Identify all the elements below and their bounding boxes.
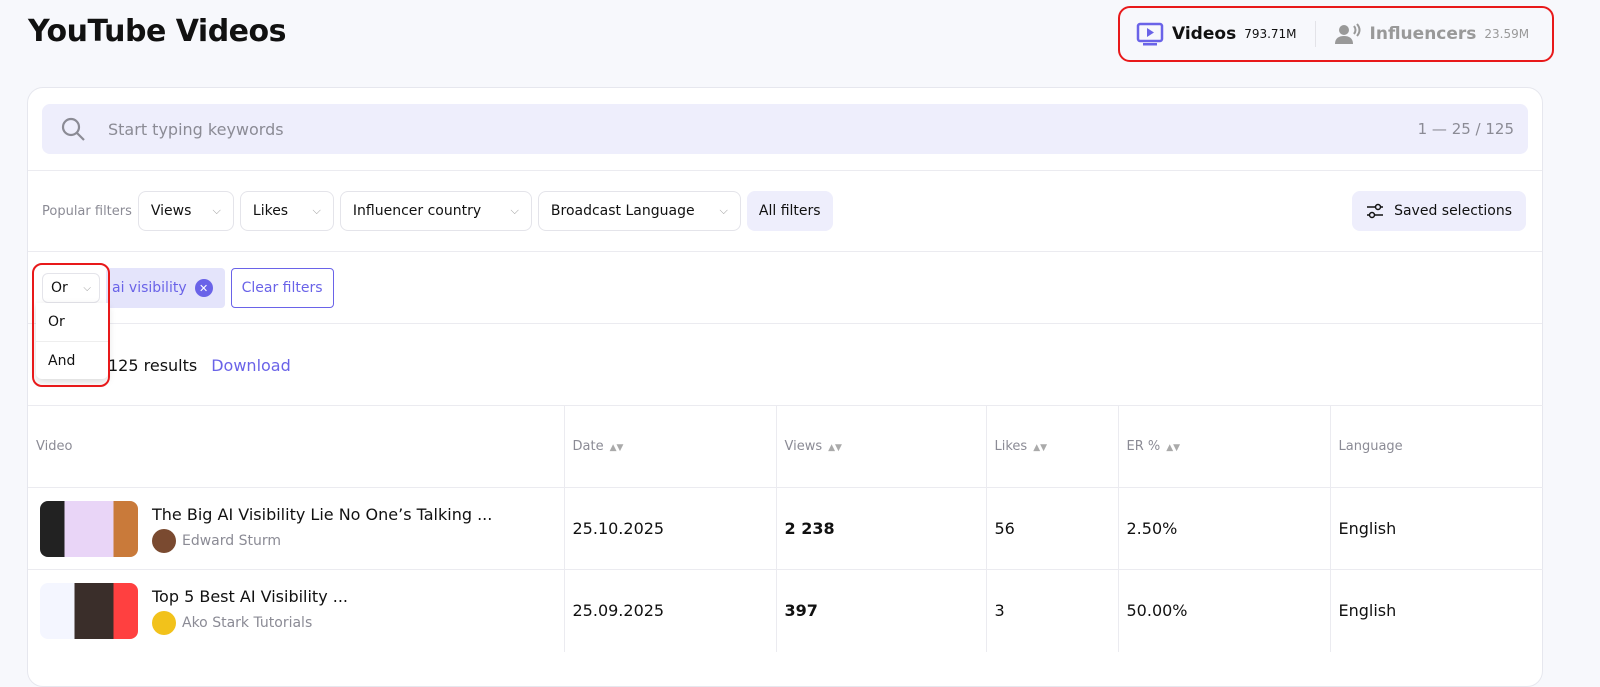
page-title: YouTube Videos bbox=[28, 14, 287, 49]
influencer-speaking-icon bbox=[1334, 23, 1361, 44]
channel-name[interactable]: Edward Sturm bbox=[182, 533, 281, 549]
sort-icon: ▲▼ bbox=[609, 443, 624, 453]
divider bbox=[28, 323, 1542, 324]
column-likes[interactable]: Likes ▲▼ bbox=[986, 405, 1119, 488]
sliders-icon bbox=[1367, 203, 1384, 219]
avatar bbox=[152, 528, 176, 553]
sort-icon: ▲▼ bbox=[1033, 443, 1048, 453]
avatar bbox=[152, 610, 176, 635]
sort-icon: ▲▼ bbox=[1166, 443, 1181, 453]
channel-name[interactable]: Ako Stark Tutorials bbox=[182, 615, 312, 631]
results-summary: 125 results Download bbox=[108, 356, 291, 375]
pagination: 1 — 25 / 125 bbox=[1417, 120, 1514, 138]
entity-switcher: Videos 793.71M Influencers 23.59M bbox=[1118, 6, 1554, 62]
saved-selections-button[interactable]: Saved selections bbox=[1352, 191, 1526, 231]
videos-tab[interactable]: Videos 793.71M bbox=[1136, 22, 1297, 46]
video-thumbnail[interactable] bbox=[40, 582, 138, 639]
download-link[interactable]: Download bbox=[211, 356, 291, 375]
remove-chip-icon[interactable]: ✕ bbox=[194, 279, 213, 297]
column-views[interactable]: Views ▲▼ bbox=[776, 405, 987, 488]
all-filters-button[interactable]: All filters bbox=[746, 191, 833, 231]
results-card: Start typing keywords 1 — 25 / 125 Popul… bbox=[27, 87, 1543, 687]
video-thumbnail[interactable] bbox=[40, 500, 138, 557]
divider bbox=[28, 251, 1542, 252]
highlight-box bbox=[32, 263, 110, 387]
chevron-down-icon: ⌵ bbox=[212, 204, 221, 217]
chevron-down-icon: ⌵ bbox=[312, 204, 321, 217]
table-row[interactable]: Top 5 Best AI Visibility ... Ako Stark Tu… bbox=[28, 569, 1543, 652]
filter-broadcast-language[interactable]: Broadcast Language ⌵ bbox=[537, 191, 741, 231]
column-language: Language bbox=[1330, 405, 1543, 488]
clear-filters-button[interactable]: Clear filters bbox=[230, 268, 334, 308]
video-play-icon bbox=[1136, 22, 1164, 46]
keyword-chip: ai visibility ✕ bbox=[106, 268, 225, 308]
popular-filters: Popular filters Views ⌵ Likes ⌵ Influencer… bbox=[42, 191, 833, 231]
search-input[interactable]: Start typing keywords 1 — 25 / 125 bbox=[42, 104, 1528, 154]
filter-influencer-country[interactable]: Influencer country ⌵ bbox=[339, 191, 532, 231]
column-video: Video bbox=[28, 405, 565, 488]
table-row[interactable]: The Big AI Visibility Lie No One’s Talki… bbox=[28, 487, 1543, 570]
column-date[interactable]: Date ▲▼ bbox=[564, 405, 777, 488]
influencers-tab[interactable]: Influencers 23.59M bbox=[1334, 22, 1529, 46]
chevron-down-icon: ⌵ bbox=[719, 204, 728, 217]
divider bbox=[1314, 21, 1316, 47]
video-title[interactable]: The Big AI Visibility Lie No One’s Talki… bbox=[152, 505, 492, 524]
column-er[interactable]: ER % ▲▼ bbox=[1118, 405, 1331, 488]
videos-table: Video Date ▲▼ Views ▲▼ Likes ▲▼ ER % ▲▼ Lang… bbox=[28, 405, 1543, 652]
sort-icon: ▲▼ bbox=[828, 443, 842, 453]
video-title[interactable]: Top 5 Best AI Visibility ... bbox=[152, 587, 348, 606]
search-icon bbox=[61, 117, 85, 141]
filter-views[interactable]: Views ⌵ bbox=[137, 191, 234, 231]
divider bbox=[28, 170, 1542, 171]
filter-likes[interactable]: Likes ⌵ bbox=[239, 191, 334, 231]
chevron-down-icon: ⌵ bbox=[510, 204, 519, 217]
